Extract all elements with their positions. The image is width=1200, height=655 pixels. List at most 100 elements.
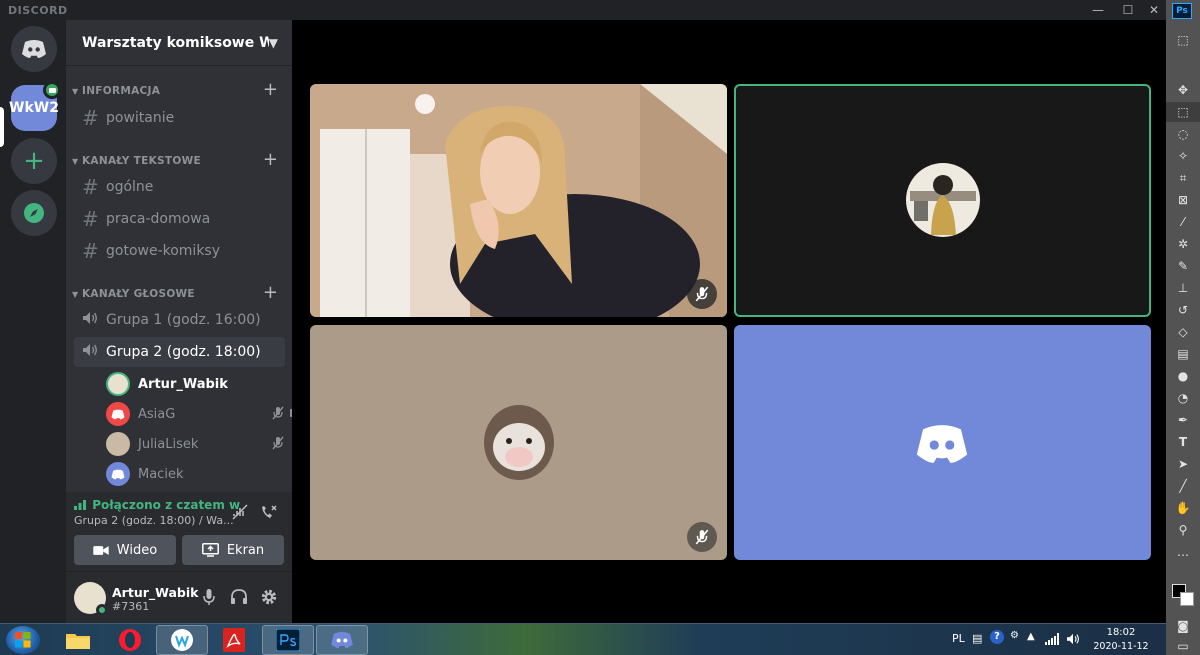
blur-icon[interactable]: ●	[1166, 366, 1200, 386]
user-avatar-artur-wabik	[906, 163, 980, 237]
avatar[interactable]	[74, 582, 108, 616]
deafen-button[interactable]	[230, 588, 248, 610]
voice-user-asiag[interactable]: AsiaG	[106, 400, 304, 428]
taskbar-opera[interactable]	[104, 625, 156, 655]
add-channel-icon[interactable]: +	[263, 284, 278, 302]
eyedropper-icon[interactable]: ⁄	[1166, 212, 1200, 232]
path-select-icon[interactable]: ➤	[1166, 454, 1200, 474]
voice-user-maciek[interactable]: Maciek	[106, 460, 286, 488]
video-tile-artur-wabik[interactable]	[734, 84, 1151, 317]
compass-icon	[24, 203, 44, 223]
maximize-button[interactable]: ☐	[1114, 0, 1142, 20]
type-tool-icon[interactable]: T	[1166, 432, 1200, 452]
healing-icon[interactable]: ✲	[1166, 234, 1200, 254]
server-header[interactable]: Warsztaty komiksowe W... ▼	[66, 20, 292, 66]
video-button[interactable]: Wideo	[74, 535, 176, 565]
hand-icon[interactable]: ✋	[1166, 498, 1200, 518]
frame-icon[interactable]: ⊠	[1166, 190, 1200, 210]
volume-icon[interactable]	[1066, 630, 1080, 649]
home-button[interactable]	[11, 26, 57, 72]
taskbar-acrobat[interactable]	[208, 625, 260, 655]
taskbar-photoshop[interactable]	[262, 625, 314, 655]
category-informacja[interactable]: ▼ INFORMACJA +	[66, 81, 292, 101]
headphones-icon	[231, 589, 247, 604]
gradient-icon[interactable]: ▤	[1166, 344, 1200, 364]
video-grid	[292, 20, 1166, 623]
brush-icon[interactable]: ✎	[1166, 256, 1200, 276]
server-wkw2[interactable]: WkW2	[9, 81, 61, 131]
user-avatar-julialisek	[484, 405, 554, 480]
move-tool-icon[interactable]: ✥	[1166, 80, 1200, 100]
taskbar-explorer[interactable]	[52, 625, 104, 655]
channel-ogolne[interactable]: # ogólne	[74, 172, 285, 202]
channel-gotowe-komiksy[interactable]: # gotowe-komiksy	[74, 236, 285, 266]
screen-share-label: Ekran	[226, 542, 265, 558]
folder-icon	[66, 634, 90, 649]
help-icon[interactable]: ?	[990, 630, 1004, 644]
video-tile-julialisek[interactable]	[310, 325, 727, 560]
history-brush-icon[interactable]: ↺	[1166, 300, 1200, 320]
photoshop-badge[interactable]: Ps	[1172, 3, 1192, 19]
minimize-button[interactable]: —	[1084, 0, 1112, 20]
avatar	[106, 372, 130, 396]
noise-suppression-button[interactable]	[232, 504, 250, 524]
add-channel-icon[interactable]: +	[263, 151, 278, 169]
online-status-icon	[96, 604, 108, 616]
screen-mode-icon[interactable]: ▭	[1166, 636, 1200, 655]
disconnect-button[interactable]	[260, 504, 278, 524]
pen-icon[interactable]: ✒	[1166, 410, 1200, 430]
show-hidden-icons-icon[interactable]: ▲	[1027, 631, 1035, 642]
hash-icon: #	[82, 239, 99, 263]
voice-user-artur-wabik[interactable]: Artur_Wabik	[106, 370, 286, 398]
line-tool-icon[interactable]: ╱	[1166, 476, 1200, 496]
marquee-options-icon[interactable]: ⬚	[1166, 30, 1200, 50]
explore-servers-button[interactable]	[11, 190, 57, 236]
stamp-icon[interactable]: ⊥	[1166, 278, 1200, 298]
dodge-icon[interactable]: ◔	[1166, 388, 1200, 408]
crop-icon[interactable]: ⌗	[1166, 168, 1200, 188]
speaker-icon	[82, 311, 106, 329]
rectangular-marquee-icon[interactable]: ⬚	[1166, 102, 1200, 122]
add-channel-icon[interactable]: +	[263, 81, 278, 99]
taskbar-discord[interactable]	[316, 625, 368, 655]
add-server-button[interactable]: +	[11, 138, 57, 184]
video-tile-webcam[interactable]	[310, 84, 727, 317]
start-button[interactable]	[6, 626, 40, 654]
background-color-swatch[interactable]	[1180, 592, 1194, 606]
screen-share-icon	[201, 543, 219, 557]
server-list: WkW2 +	[0, 20, 66, 623]
close-button[interactable]: ✕	[1140, 0, 1168, 20]
keyboard-icon[interactable]: ▤	[972, 632, 982, 645]
category-kanaly-glosowe[interactable]: ▼ KANAŁY GŁOSOWE +	[66, 284, 292, 304]
channel-praca-domowa[interactable]: # praca-domowa	[74, 204, 285, 234]
server-name: Warsztaty komiksowe W...	[82, 34, 269, 51]
hash-icon: #	[82, 175, 99, 199]
avatar	[106, 462, 130, 486]
voice-channel-grupa-2[interactable]: Grupa 2 (godz. 18:00)	[74, 337, 285, 367]
username: AsiaG	[138, 406, 176, 422]
user-tag: #7361	[112, 600, 150, 613]
taskbar-word-app[interactable]	[156, 625, 208, 655]
user-settings-button[interactable]	[260, 588, 278, 610]
eraser-icon[interactable]: ◇	[1166, 322, 1200, 342]
more-tools-icon[interactable]: ⋯	[1166, 545, 1200, 565]
channel-powitanie[interactable]: # powitanie	[74, 103, 285, 133]
clock-time[interactable]: 18:02	[1100, 627, 1142, 638]
zoom-icon[interactable]: ⚲	[1166, 520, 1200, 540]
voice-user-julialisek[interactable]: JuliaLisek	[106, 430, 286, 458]
voice-channel-grupa-1[interactable]: Grupa 1 (godz. 16:00)	[74, 305, 285, 335]
voice-status[interactable]: Połączono z czatem w	[74, 498, 240, 512]
screen-share-button[interactable]: Ekran	[182, 535, 284, 565]
magic-wand-icon[interactable]: ✧	[1166, 146, 1200, 166]
category-kanaly-tekstowe[interactable]: ▼ KANAŁY TEKSTOWE +	[66, 151, 292, 171]
network-icon[interactable]	[1045, 630, 1059, 649]
voice-channel-path: Grupa 2 (godz. 18:00) / Wa...	[74, 514, 234, 527]
username: Maciek	[138, 466, 184, 482]
video-tile-maciek[interactable]	[734, 325, 1151, 560]
tray-settings-icon[interactable]: ⚙	[1010, 630, 1019, 641]
lasso-icon[interactable]: ◌	[1166, 124, 1200, 144]
mute-button[interactable]	[202, 588, 216, 610]
clock-date[interactable]: 2020-11-12	[1092, 641, 1150, 652]
language-indicator[interactable]: PL	[952, 632, 965, 645]
quick-mask-icon[interactable]: ◙	[1166, 616, 1200, 636]
